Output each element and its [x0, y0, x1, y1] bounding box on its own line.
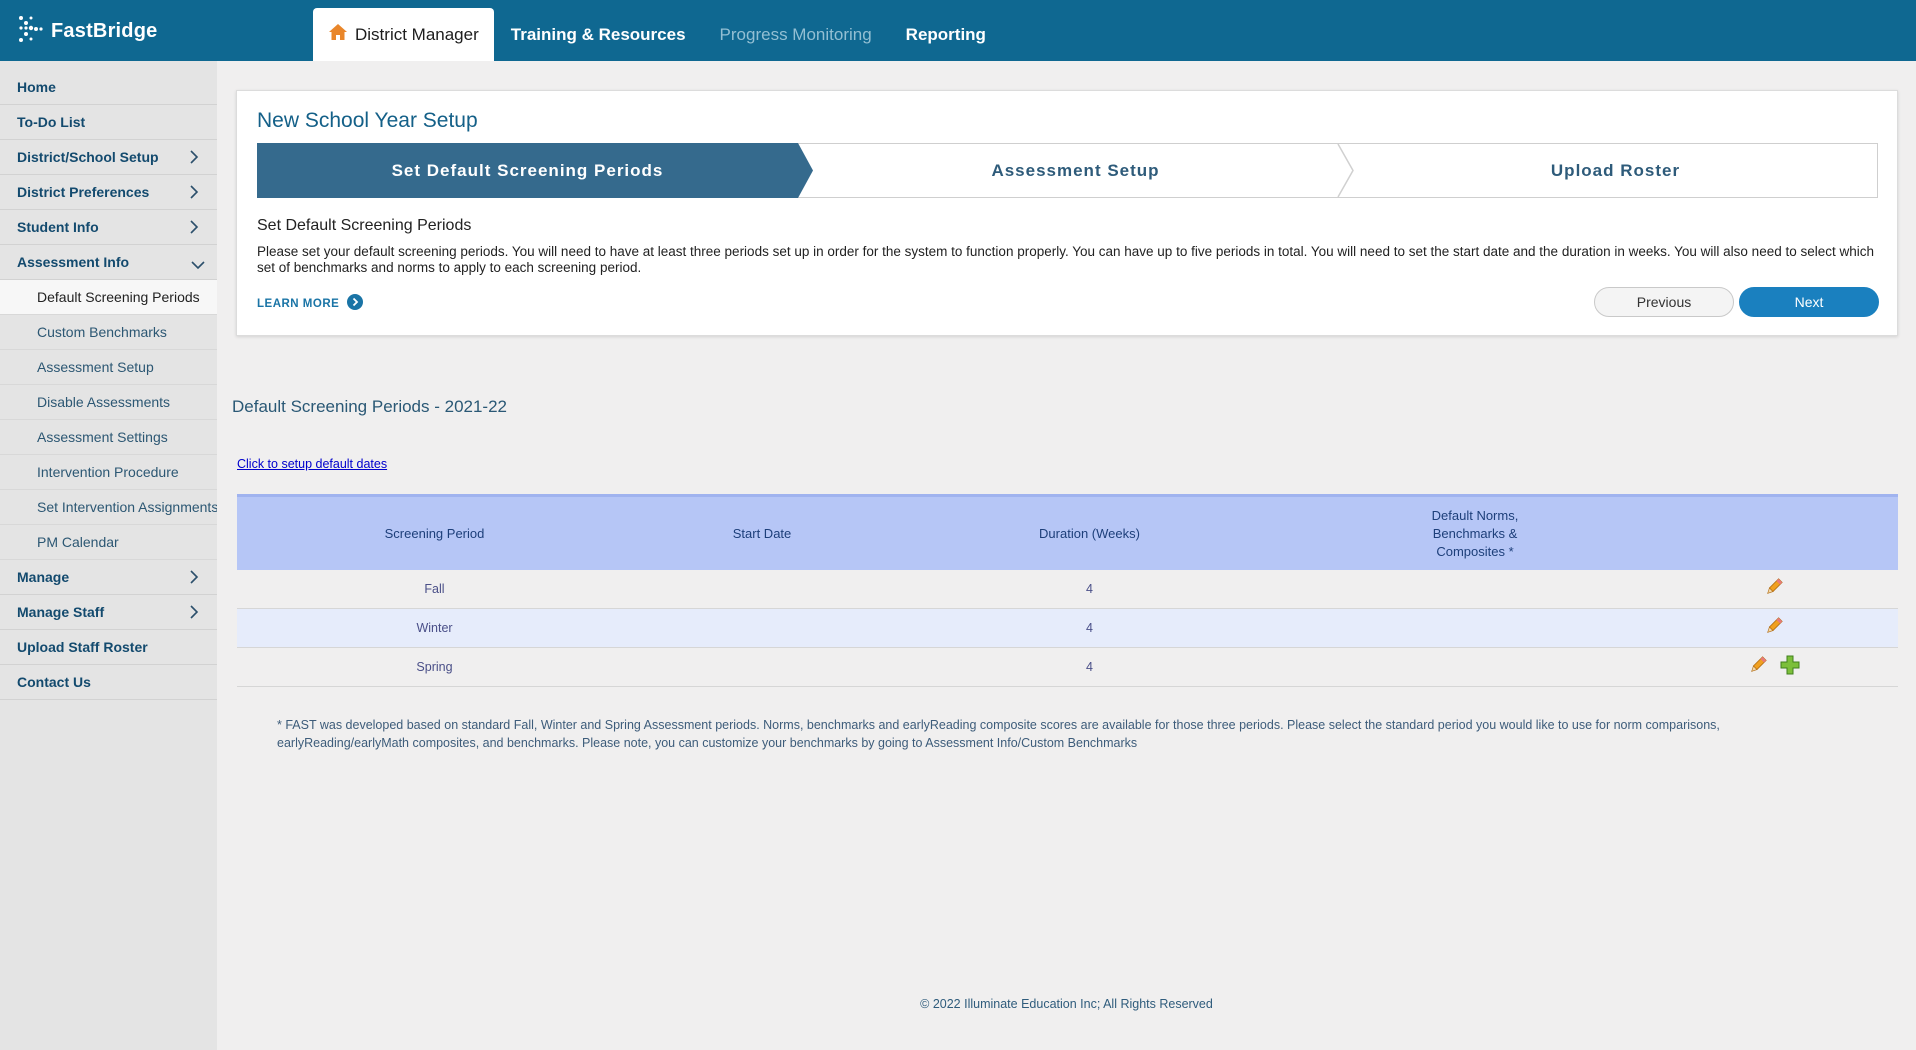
plus-icon[interactable]: [1780, 655, 1800, 680]
card-title: New School Year Setup: [257, 109, 478, 132]
sidebar-subitem-default-screening-periods[interactable]: Default Screening Periods: [0, 280, 217, 315]
cell-norms: [1287, 648, 1663, 686]
column-header-duration: Duration (Weeks): [1039, 525, 1140, 541]
sidebar-item-label: Upload Staff Roster: [17, 639, 148, 655]
home-icon: [328, 23, 348, 46]
row-actions: [1765, 570, 1783, 608]
column-header-default-norms: Default Norms, Benchmarks & Composites *: [1287, 497, 1663, 570]
sidebar-subitem-assessment-setup[interactable]: Assessment Setup: [0, 350, 217, 385]
cell-start-date: [632, 609, 892, 647]
chevron-right-icon: [189, 570, 199, 587]
chevron-circle-right-icon: [347, 294, 364, 313]
tab-progress-monitoring[interactable]: Progress Monitoring: [703, 8, 889, 61]
pencil-icon[interactable]: [1749, 655, 1767, 679]
description-text: Please set your default screening period…: [257, 244, 1875, 275]
pencil-icon[interactable]: [1765, 577, 1783, 601]
sidebar-item-contact-us[interactable]: Contact Us: [0, 665, 217, 700]
header-line: Composites *: [1436, 543, 1514, 559]
sidebar-subitem-pm-calendar[interactable]: PM Calendar: [0, 525, 217, 560]
sidebar-item-student-info[interactable]: Student Info: [0, 210, 217, 245]
setup-default-dates-link[interactable]: Click to setup default dates: [237, 457, 387, 471]
step-assessment-setup[interactable]: Assessment Setup: [813, 143, 1338, 198]
description-title: Set Default Screening Periods: [257, 217, 472, 234]
sidebar-subitem-set-intervention-assignments[interactable]: Set Intervention Assignments: [0, 490, 217, 525]
sidebar-item-label: Manage Staff: [17, 604, 105, 620]
setup-stepper: Set Default Screening Periods Assessment…: [257, 143, 1878, 198]
sidebar-item-district-school-setup[interactable]: District/School Setup: [0, 140, 217, 175]
tab-district-manager[interactable]: District Manager: [313, 8, 494, 61]
previous-button[interactable]: Previous: [1594, 287, 1734, 317]
learn-more-link[interactable]: LEARN MORE: [257, 294, 364, 313]
chevron-right-icon: [189, 605, 199, 622]
header-line: Default Norms,: [1431, 507, 1519, 523]
step-upload-roster[interactable]: Upload Roster: [1353, 143, 1878, 198]
top-navbar: FastBridge District Manager Training & R…: [0, 0, 1916, 61]
tab-training-resources[interactable]: Training & Resources: [494, 8, 703, 61]
cell-duration: 4: [1086, 582, 1093, 596]
cell-duration: 4: [1086, 621, 1093, 635]
table-row: Fall 4: [237, 570, 1898, 609]
footer-copyright: © 2022 Illuminate Education Inc; All Rig…: [920, 997, 1213, 1011]
section-title: Default Screening Periods - 2021-22: [232, 397, 507, 416]
chevron-right-icon: [189, 150, 199, 167]
column-header-screening-period: Screening Period: [384, 525, 485, 541]
sidebar-item-label: To-Do List: [17, 114, 86, 130]
sidebar-item-label: Contact Us: [17, 674, 91, 690]
table-row: Winter 4: [237, 609, 1898, 648]
table-header: Screening Period Start Date Duration (We…: [237, 494, 1898, 570]
row-actions: [1765, 609, 1783, 647]
chevron-right-icon: [189, 220, 199, 237]
column-header-start-date: Start Date: [732, 525, 792, 541]
screening-periods-table: Screening Period Start Date Duration (We…: [237, 494, 1898, 687]
sidebar-item-todo-list[interactable]: To-Do List: [0, 105, 217, 140]
cell-start-date: [632, 570, 892, 608]
row-actions: [1749, 648, 1800, 686]
sidebar-item-label: Student Info: [17, 219, 99, 235]
tab-label: District Manager: [355, 24, 479, 44]
cell-start-date: [632, 648, 892, 686]
header-line: Benchmarks &: [1432, 525, 1518, 541]
brand-name: FastBridge: [51, 19, 158, 42]
sidebar: Home To-Do List District/School Setup Di…: [0, 61, 217, 1050]
step-set-default-screening-periods[interactable]: Set Default Screening Periods: [257, 143, 798, 198]
cell-period: Fall: [424, 582, 445, 596]
sidebar-subitem-custom-benchmarks[interactable]: Custom Benchmarks: [0, 315, 217, 350]
sidebar-item-label: Home: [17, 79, 56, 95]
learn-more-label: LEARN MORE: [257, 297, 340, 310]
cell-norms: [1287, 570, 1663, 608]
chevron-right-icon: [189, 185, 199, 202]
brand-logo[interactable]: FastBridge: [17, 14, 158, 49]
cell-period: Winter: [416, 621, 453, 635]
footnote: * FAST was developed based on standard F…: [277, 718, 1720, 750]
next-button[interactable]: Next: [1739, 287, 1879, 317]
new-school-year-setup-card: New School Year Setup Set Default Screen…: [236, 90, 1898, 336]
fastbridge-logo-icon: [17, 14, 43, 49]
sidebar-item-home[interactable]: Home: [0, 70, 217, 105]
cell-period: Spring: [416, 660, 453, 674]
cell-norms: [1287, 609, 1663, 647]
pencil-icon[interactable]: [1765, 616, 1783, 640]
table-row: Spring 4: [237, 648, 1898, 687]
sidebar-subitem-intervention-procedure[interactable]: Intervention Procedure: [0, 455, 217, 490]
sidebar-item-label: District Preferences: [17, 184, 150, 200]
sidebar-subitem-assessment-settings[interactable]: Assessment Settings: [0, 420, 217, 455]
sidebar-item-district-preferences[interactable]: District Preferences: [0, 175, 217, 210]
sidebar-item-label: Manage: [17, 569, 70, 585]
sidebar-subitem-disable-assessments[interactable]: Disable Assessments: [0, 385, 217, 420]
chevron-down-icon: [191, 257, 205, 273]
sidebar-item-manage[interactable]: Manage: [0, 560, 217, 595]
sidebar-item-manage-staff[interactable]: Manage Staff: [0, 595, 217, 630]
sidebar-item-label: Assessment Info: [17, 254, 130, 270]
sidebar-item-upload-staff-roster[interactable]: Upload Staff Roster: [0, 630, 217, 665]
tab-reporting[interactable]: Reporting: [889, 8, 1003, 61]
main-nav: District Manager Training & Resources Pr…: [313, 8, 1003, 61]
sidebar-item-assessment-info[interactable]: Assessment Info: [0, 245, 217, 280]
cell-duration: 4: [1086, 660, 1093, 674]
sidebar-item-label: District/School Setup: [17, 149, 159, 165]
